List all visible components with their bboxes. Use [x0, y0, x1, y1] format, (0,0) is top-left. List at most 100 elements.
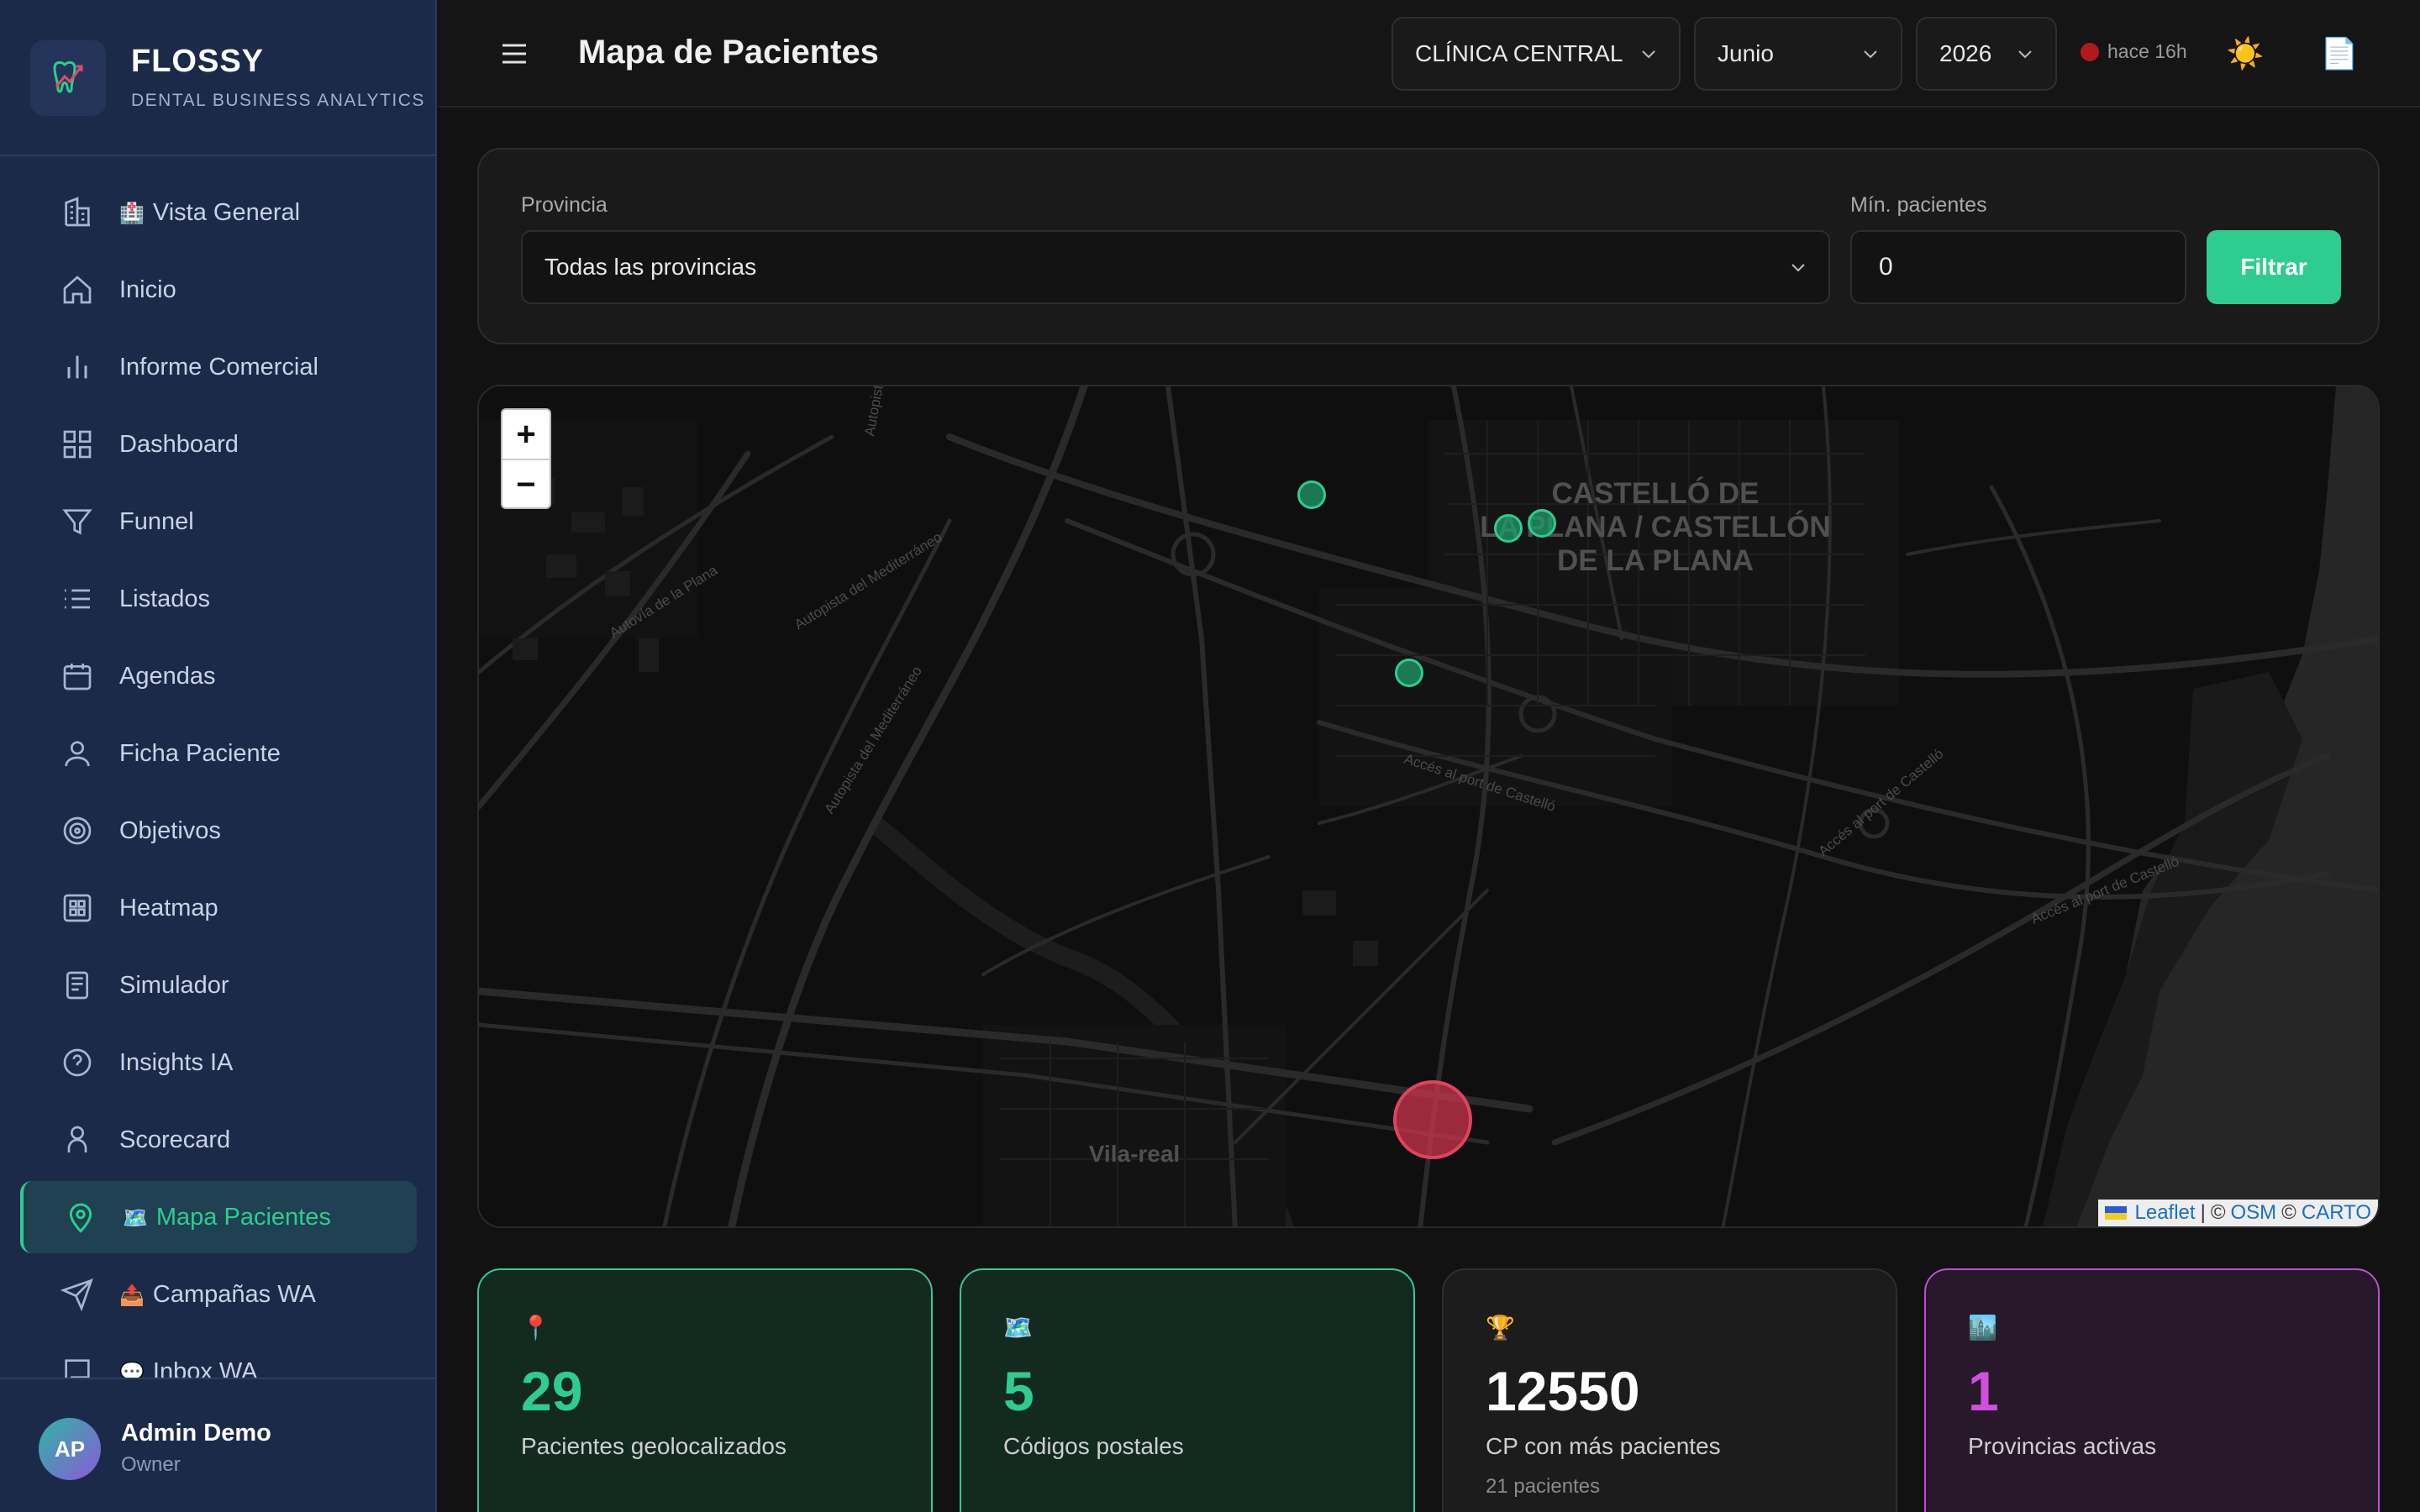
stat-label: Códigos postales — [1003, 1433, 1184, 1459]
sidebar-item-label: Campañas WA — [152, 1280, 316, 1308]
province-label: Provincia — [521, 193, 608, 217]
chevron-down-icon — [1791, 264, 1805, 272]
pin-icon: 📍 — [521, 1315, 550, 1341]
stat-label: Provincias activas — [1968, 1433, 2157, 1459]
road-label-autopista-1: Autopista del Mediterráneo — [792, 529, 944, 633]
avatar: AP — [39, 1418, 101, 1480]
sidebar-item-label: Dashboard — [119, 430, 239, 458]
zoom-out-button[interactable]: − — [502, 460, 550, 507]
city-label-castello: CASTELLÓ DE LA PLANA / CASTELLÓN DE LA P… — [1470, 477, 1840, 578]
sidebar-item-label: Insights IA — [119, 1048, 234, 1076]
sidebar-item-label: Ficha Paciente — [119, 739, 281, 767]
sidebar-item-label: Vista General — [152, 198, 301, 226]
page-title: Mapa de Pacientes — [578, 34, 879, 71]
sidebar-item-dashboard[interactable]: Dashboard — [20, 408, 417, 480]
province-select-value: Todas las provincias — [544, 254, 757, 280]
report-document-icon[interactable]: 📄 — [2319, 34, 2360, 74]
carto-link[interactable]: CARTO — [2302, 1201, 2371, 1225]
chevron-down-icon — [2018, 50, 2032, 59]
city-icon: 🏙️ — [1968, 1315, 1997, 1341]
min-patients-input[interactable] — [1850, 230, 2186, 304]
sidebar-item-insights-ia[interactable]: Insights IA — [20, 1026, 417, 1099]
user-panel[interactable]: AP Admin Demo Owner — [0, 1378, 435, 1512]
help-circle-icon — [59, 1044, 96, 1081]
sidebar-nav: 🏥 Vista General Inicio Informe Comercial … — [0, 176, 435, 1413]
sidebar-item-label: Agendas — [119, 662, 216, 690]
brand-subtitle: DENTAL BUSINESS ANALYTICS — [131, 91, 425, 110]
chevron-down-icon — [1864, 50, 1877, 59]
clinic-select-value: CLÍNICA CENTRAL — [1415, 40, 1623, 66]
brand: FLOSSY DENTAL BUSINESS ANALYTICS — [0, 0, 435, 156]
sidebar-item-heatmap[interactable]: Heatmap — [20, 872, 417, 944]
home-icon — [59, 271, 96, 308]
leaflet-link[interactable]: Leaflet — [2135, 1201, 2196, 1225]
map-zoom-control: + − — [501, 408, 551, 509]
sidebar-item-label: Heatmap — [119, 894, 218, 921]
status-dot-icon — [2081, 42, 2099, 61]
patient-marker[interactable] — [1494, 514, 1523, 543]
map-icon: 🗺️ — [1003, 1315, 1033, 1341]
patient-marker[interactable] — [1395, 659, 1423, 687]
sidebar-item-listados[interactable]: Listados — [20, 563, 417, 635]
stat-label: Pacientes geolocalizados — [521, 1433, 786, 1459]
stat-card-top-postal-code: 🏆 12550 CP con más pacientes 21 paciente… — [1442, 1268, 1897, 1512]
patient-marker[interactable] — [1297, 480, 1326, 509]
sidebar-item-scorecard[interactable]: Scorecard — [20, 1104, 417, 1176]
sidebar-item-label: Simulador — [119, 971, 229, 999]
clinic-select[interactable]: CLÍNICA CENTRAL — [1392, 17, 1681, 91]
sidebar: FLOSSY DENTAL BUSINESS ANALYTICS 🏥 Vista … — [0, 0, 437, 1512]
province-select[interactable]: Todas las provincias — [521, 230, 1830, 304]
map-pin-icon — [62, 1199, 99, 1236]
stat-value: 12550 — [1486, 1360, 1640, 1422]
osm-link[interactable]: OSM — [2231, 1201, 2277, 1225]
hospital-emoji-icon: 🏥 — [119, 202, 145, 225]
stat-sublabel: 21 pacientes — [1486, 1475, 1601, 1498]
sidebar-item-objetivos[interactable]: Objetivos — [20, 795, 417, 867]
sidebar-item-informe-comercial[interactable]: Informe Comercial — [20, 331, 417, 403]
sidebar-item-agendas[interactable]: Agendas — [20, 640, 417, 712]
hamburger-menu-icon[interactable] — [496, 35, 533, 72]
patients-map[interactable]: Autovía de la Plana Autopista del Medite… — [477, 385, 2380, 1228]
trophy-icon: 🏆 — [1486, 1315, 1515, 1341]
user-name: Admin Demo — [121, 1420, 271, 1446]
sidebar-item-funnel[interactable]: Funnel — [20, 486, 417, 558]
outbox-emoji-icon: 📤 — [119, 1284, 145, 1307]
month-select[interactable]: Junio — [1694, 17, 1902, 91]
grid-icon — [59, 426, 96, 463]
filter-icon — [59, 503, 96, 540]
tooth-chart-logo-icon[interactable] — [30, 40, 106, 116]
month-select-value: Junio — [1718, 40, 1774, 66]
user-badge-icon — [59, 1121, 96, 1158]
patient-marker[interactable] — [1528, 509, 1556, 538]
brand-name: FLOSSY — [131, 44, 265, 79]
sidebar-item-mapa-pacientes[interactable]: 🗺️ Mapa Pacientes — [20, 1181, 417, 1253]
bar-chart-icon — [59, 349, 96, 386]
send-icon — [59, 1276, 96, 1313]
zoom-in-button[interactable]: + — [502, 410, 550, 459]
calendar-icon — [59, 658, 96, 695]
app-root: FLOSSY DENTAL BUSINESS ANALYTICS 🏥 Vista … — [0, 0, 2420, 1512]
year-select-value: 2026 — [1939, 40, 1992, 66]
patient-marker-large[interactable] — [1393, 1080, 1472, 1159]
filter-button[interactable]: Filtrar — [2207, 230, 2341, 304]
sidebar-item-label: Listados — [119, 585, 211, 612]
sync-status-text: hace 16h — [2107, 40, 2187, 62]
city-label-castello-line-3: DE LA PLANA — [1557, 544, 1754, 577]
ukraine-flag-icon — [2104, 1206, 2127, 1220]
sidebar-item-label: Inicio — [119, 276, 176, 303]
stat-value: 29 — [521, 1360, 583, 1422]
min-patients-label: Mín. pacientes — [1850, 193, 1987, 217]
sidebar-item-vista-general[interactable]: 🏥 Vista General — [20, 176, 417, 249]
sidebar-item-simulador[interactable]: Simulador — [20, 949, 417, 1021]
sidebar-item-label: Objetivos — [119, 816, 221, 844]
sidebar-item-ficha-paciente[interactable]: Ficha Paciente — [20, 717, 417, 790]
sidebar-item-inicio[interactable]: Inicio — [20, 254, 417, 326]
sidebar-item-campanas-wa[interactable]: 📤 Campañas WA — [20, 1258, 417, 1331]
list-icon — [59, 580, 96, 617]
road-label-port-1: Accés al port de Castelló — [1402, 751, 1558, 815]
road-label-autopista-3: Autopista — [861, 386, 887, 438]
stat-value: 1 — [1968, 1360, 1999, 1422]
theme-toggle-sun-icon[interactable]: ☀️ — [2225, 34, 2265, 74]
year-select[interactable]: 2026 — [1916, 17, 2057, 91]
city-label-vila-real: Vila-real — [1088, 1141, 1181, 1167]
